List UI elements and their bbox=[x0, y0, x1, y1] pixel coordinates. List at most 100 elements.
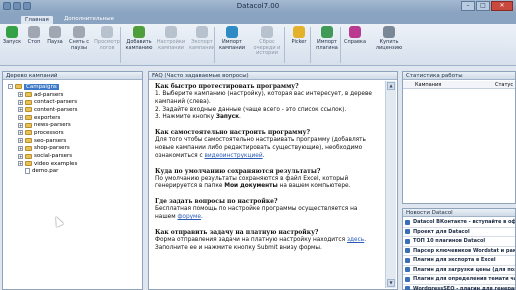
folder-icon bbox=[25, 153, 32, 159]
play-icon bbox=[6, 26, 18, 38]
tree-folder[interactable]: + seo-parsers bbox=[8, 137, 78, 145]
forum-link[interactable]: форуме bbox=[177, 214, 201, 220]
ribbon-button-11[interactable]: Импорт плагина bbox=[314, 26, 340, 51]
collapse-icon[interactable]: - bbox=[8, 84, 13, 90]
export-icon bbox=[196, 26, 208, 38]
tree-folder[interactable]: + news-parsers bbox=[8, 121, 78, 129]
tree-file[interactable]: demo.par bbox=[8, 168, 78, 176]
ribbon-button-4[interactable]: Просмотр логов bbox=[94, 26, 120, 51]
expand-icon[interactable]: + bbox=[18, 107, 23, 113]
video-instruction-link[interactable]: видеоинструкцией bbox=[205, 153, 263, 159]
ribbon-button-5[interactable]: Добавить кампанию bbox=[124, 26, 154, 51]
ribbon-button-label: Экспорт кампании bbox=[189, 39, 215, 51]
ribbon-button-12[interactable]: Справка bbox=[342, 26, 368, 46]
ribbon-button-1[interactable]: Стоп bbox=[24, 26, 44, 46]
ribbon-button-0[interactable]: Запуск bbox=[2, 26, 22, 46]
minimize-button[interactable]: – bbox=[461, 1, 475, 11]
faq-answer-5-line-2: Заполните ее и нажмите кнопку Submit вни… bbox=[155, 244, 322, 251]
expand-icon[interactable]: + bbox=[18, 92, 23, 98]
faq-question-4: Где задать вопросы по настройке? bbox=[155, 198, 278, 206]
news-item-title: Проект для Datacol bbox=[413, 228, 470, 235]
maximize-button[interactable]: □ bbox=[476, 1, 490, 11]
tree-folder[interactable]: + social-parsers bbox=[8, 152, 78, 160]
faq-scrollbar[interactable]: ▲ ▼ bbox=[385, 81, 396, 288]
news-bullet-icon bbox=[405, 257, 410, 263]
folder-icon bbox=[25, 122, 32, 128]
news-item-title: Плагин для загрузки цены (для позиц bbox=[413, 266, 515, 273]
faq-question-3: Куда по умолчанию сохраняются результаты… bbox=[155, 167, 321, 175]
faq-question-2: Как самостоятельно настроить программу? bbox=[155, 129, 310, 137]
campaign-settings-icon bbox=[165, 26, 177, 38]
paid-setup-form-link[interactable]: здесь bbox=[347, 237, 364, 243]
ribbon-button-8[interactable]: Импорт кампании bbox=[218, 26, 246, 51]
ribbon-button-label: Справка bbox=[343, 39, 367, 45]
tree-item-label: exporters bbox=[34, 114, 61, 121]
faq-content: Как быстро протестировать программу? 1. … bbox=[151, 81, 383, 289]
campaign-tree-panel: Дерево кампаний - Campaigns + ad-parsers + co… bbox=[2, 71, 143, 290]
expand-icon[interactable]: + bbox=[18, 161, 23, 167]
tab-main[interactable]: Главная bbox=[20, 15, 54, 24]
scroll-down-icon[interactable]: ▼ bbox=[387, 279, 395, 287]
tree-item-label: processors bbox=[34, 129, 64, 136]
news-item[interactable]: Парсер ключевиков Wordstat и рамбле bbox=[403, 247, 515, 256]
expand-icon[interactable]: + bbox=[18, 145, 23, 151]
ribbon-button-13[interactable]: Купить лицензию bbox=[372, 26, 406, 51]
ribbon-button-3[interactable]: Снять с паузы bbox=[66, 26, 92, 51]
expand-icon[interactable]: + bbox=[18, 130, 23, 136]
resume-icon bbox=[73, 26, 85, 38]
expand-icon[interactable]: + bbox=[18, 122, 23, 128]
expand-icon[interactable]: + bbox=[18, 99, 23, 105]
ribbon-button-6[interactable]: Настройки кампании bbox=[156, 26, 186, 51]
column-status[interactable]: Статус bbox=[495, 81, 513, 89]
expand-icon[interactable]: + bbox=[18, 115, 23, 121]
news-item-title: Парсер ключевиков Wordstat и рамбле bbox=[413, 247, 515, 254]
ribbon-button-7[interactable]: Экспорт кампании bbox=[188, 26, 216, 51]
news-item[interactable]: WordpressSEO - плагин для генерации bbox=[403, 285, 515, 290]
tree-folder[interactable]: + content-parsers bbox=[8, 106, 78, 114]
file-icon bbox=[25, 168, 30, 175]
tree-root-campaigns[interactable]: - Campaigns bbox=[8, 83, 78, 91]
folder-icon bbox=[25, 115, 32, 121]
ribbon-button-label: Пауза bbox=[47, 39, 63, 45]
ribbon-button-label: Импорт кампании bbox=[219, 39, 245, 51]
folder-icon bbox=[25, 145, 32, 151]
faq-question-5: Как отправить задачу на платную настройк… bbox=[155, 228, 319, 236]
tree-folder[interactable]: + ad-parsers bbox=[8, 91, 78, 99]
news-bullet-icon bbox=[405, 267, 410, 273]
expand-icon[interactable]: + bbox=[18, 138, 23, 144]
campaign-tree-header: Дерево кампаний bbox=[3, 72, 142, 80]
ribbon-separator bbox=[120, 27, 121, 63]
expand-icon[interactable]: + bbox=[18, 153, 23, 159]
news-item[interactable]: ТОП 10 плагинов Datacol bbox=[403, 237, 515, 247]
close-button[interactable]: ✕ bbox=[491, 1, 513, 11]
ribbon-button-9[interactable]: Сброс очереди и истории bbox=[248, 26, 286, 57]
tree-folder[interactable]: + exporters bbox=[8, 114, 78, 122]
log-icon bbox=[101, 26, 113, 38]
tree-item-label: video examples bbox=[34, 160, 78, 167]
ribbon-button-2[interactable]: Пауза bbox=[46, 26, 64, 46]
tree-item-label: contact-parsers bbox=[34, 99, 78, 106]
folder-icon bbox=[25, 161, 32, 167]
tree-folder[interactable]: + shop-parsers bbox=[8, 145, 78, 153]
news-item[interactable]: Плагин для загрузки цены (для позиц bbox=[403, 266, 515, 275]
news-item[interactable]: Datacol ВКонтакте - вступайте в офи bbox=[403, 218, 515, 228]
help-icon bbox=[349, 26, 361, 38]
news-bullet-icon bbox=[405, 276, 410, 282]
news-item[interactable]: Плагин для определения темати час bbox=[403, 275, 515, 285]
statistics-header: Статистика работы bbox=[403, 72, 515, 80]
column-campaign[interactable]: Кампания bbox=[415, 81, 441, 89]
ribbon-button-label: Добавить кампанию bbox=[125, 39, 153, 51]
scroll-up-icon[interactable]: ▲ bbox=[387, 82, 395, 90]
news-list: Datacol ВКонтакте - вступайте в офи Проек… bbox=[403, 218, 515, 290]
news-item[interactable]: Плагин для экспорта в Excel bbox=[403, 256, 515, 266]
ribbon-button-10[interactable]: Picker bbox=[288, 26, 310, 46]
faq-header: FAQ (Часто задаваемые вопросы) bbox=[149, 72, 397, 80]
ribbon-button-label: Просмотр логов bbox=[94, 39, 120, 51]
faq-answer-3: По умолчанию результаты сохраняются в фа… bbox=[155, 175, 351, 190]
tree-item-label: content-parsers bbox=[34, 106, 78, 113]
tree-folder[interactable]: + processors bbox=[8, 129, 78, 137]
news-item[interactable]: Проект для Datacol bbox=[403, 228, 515, 237]
tree-folder[interactable]: + video examples bbox=[8, 160, 78, 168]
tab-additional[interactable]: Дополнительные bbox=[60, 15, 118, 24]
tree-folder[interactable]: + contact-parsers bbox=[8, 98, 78, 106]
